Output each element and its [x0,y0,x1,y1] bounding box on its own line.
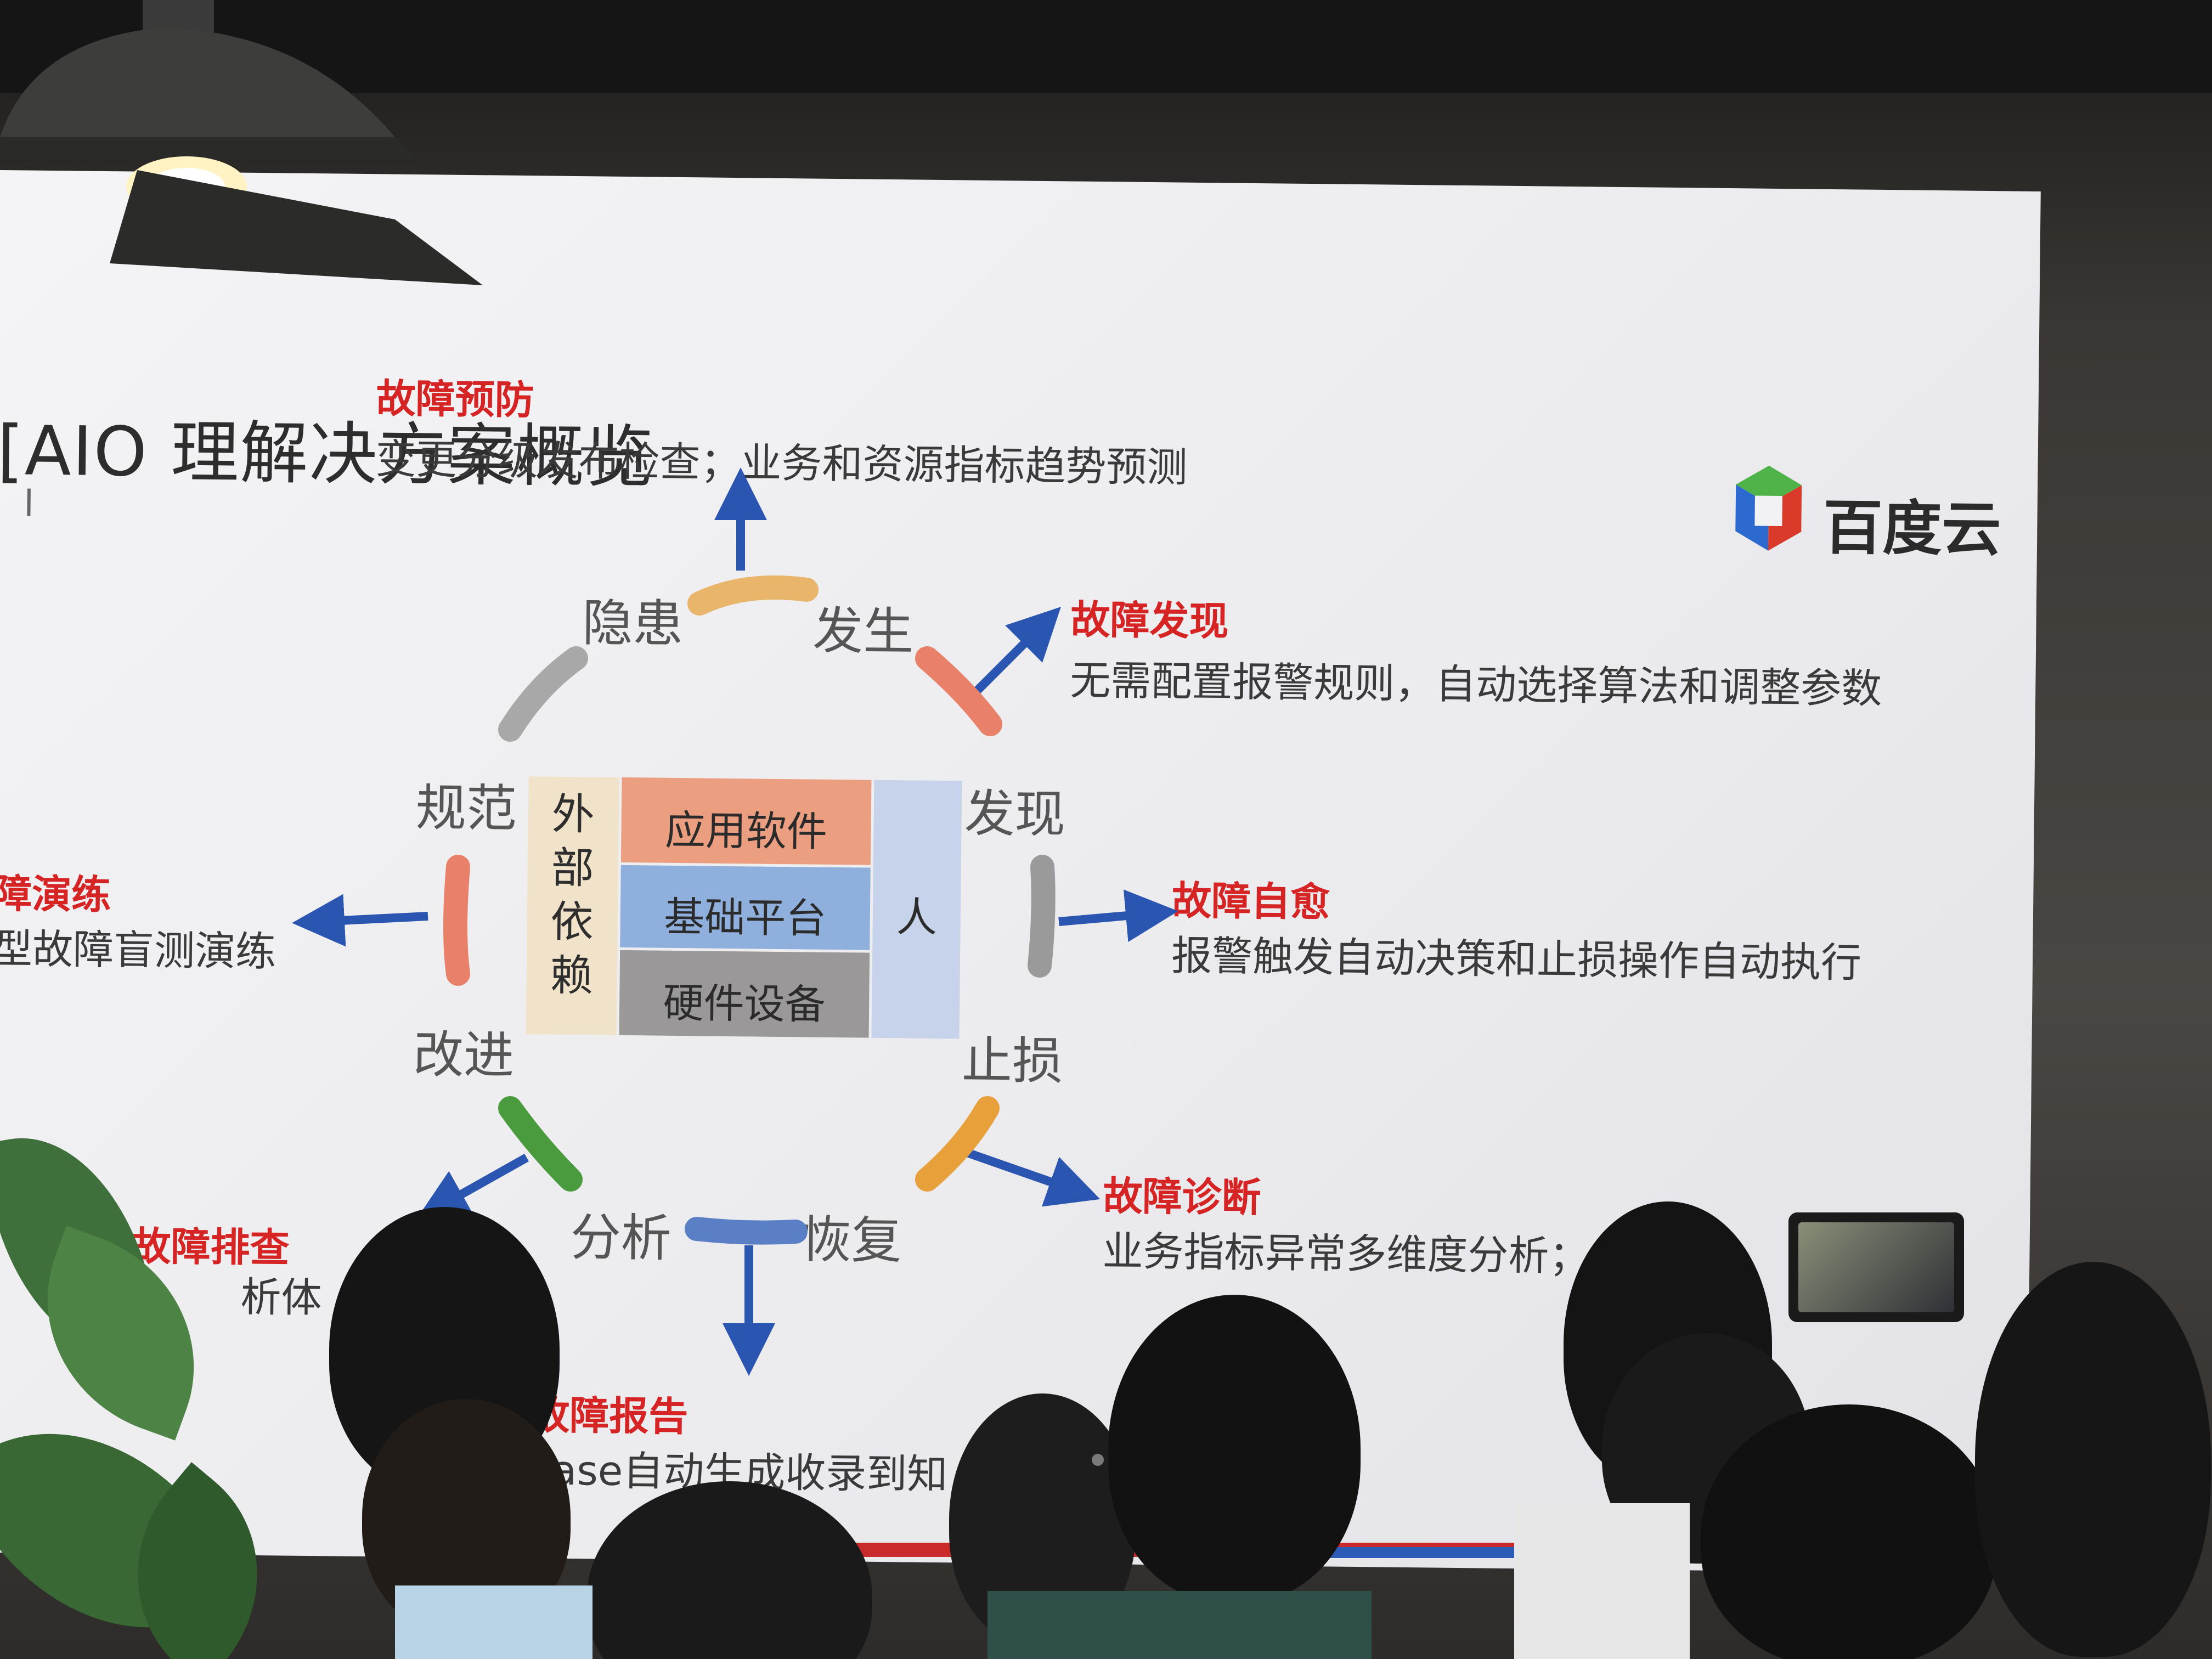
arrow-to-discovery [968,607,1061,700]
arrow-to-drill [292,894,428,947]
arrow-recover-to-analyze [685,1217,808,1245]
audience-shirt [988,1591,1372,1659]
audience-head [1701,1404,1997,1659]
audience-shirt [1514,1503,1690,1659]
arrow-standard-to-risk [498,646,588,742]
audience-head [1108,1295,1361,1602]
audience-head [1975,1262,2211,1657]
photo-scene: [AIO 理解决方案概览 百度云 故障预防 变更分级发布检查；业务和资源指标趋势… [0,0,2212,1659]
arrow-improve-to-standard [443,855,470,986]
arrow-to-troubleshoot [416,1154,529,1220]
arrow-to-diagnosis [964,1148,1101,1207]
smartphone [1788,1212,1964,1322]
arrow-discover-to-stoploss [1028,855,1056,978]
arrow-stoploss-to-recover [915,1096,1000,1192]
phone-screen [1798,1222,1954,1312]
cycle-flow-arrows [443,575,1056,1245]
ceiling-lamp [0,0,483,285]
arrow-risk-to-occur [687,575,819,616]
glasses-frame [1092,1454,1104,1466]
arrow-to-self-heal [1058,889,1178,943]
arrow-analyze-to-improve [498,1096,583,1192]
audience-shirt [395,1585,592,1659]
